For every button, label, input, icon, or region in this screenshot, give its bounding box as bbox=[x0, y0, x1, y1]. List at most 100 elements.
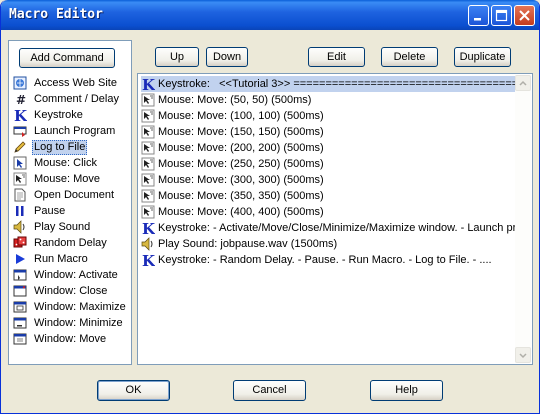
script-row[interactable]: Mouse: Move: (400, 400) (500ms) bbox=[141, 204, 515, 220]
script-list[interactable]: K Keystroke: <<Tutorial 3>> =============… bbox=[137, 73, 533, 365]
script-row[interactable]: K Keystroke: <<Tutorial 3>> =============… bbox=[141, 76, 515, 92]
command-item-keystroke[interactable]: K Keystroke bbox=[13, 107, 131, 125]
hash-icon: # bbox=[13, 92, 27, 107]
command-item-pause[interactable]: Pause bbox=[13, 204, 131, 220]
command-item-window-minimize[interactable]: Window: Minimize bbox=[13, 316, 131, 332]
command-item-random-delay[interactable]: Random Delay bbox=[13, 236, 131, 252]
command-item-label: Play Sound bbox=[34, 221, 91, 233]
document-icon bbox=[13, 188, 27, 202]
script-row[interactable]: K Keystroke: - Activate/Move/Close/Minimi… bbox=[141, 220, 515, 236]
mouse-move-icon bbox=[141, 109, 155, 123]
scroll-up-button[interactable] bbox=[515, 75, 531, 91]
up-button[interactable]: Up bbox=[155, 47, 199, 67]
command-item-mouse-move[interactable]: Mouse: Move bbox=[13, 172, 131, 188]
mouse-move-icon bbox=[141, 125, 155, 139]
command-item-access-web-site[interactable]: Access Web Site bbox=[13, 76, 131, 92]
command-item-label: Window: Move bbox=[34, 333, 107, 345]
svg-text:K: K bbox=[142, 221, 155, 235]
command-item-open-document[interactable]: Open Document bbox=[13, 188, 131, 204]
maximize-icon bbox=[495, 9, 508, 22]
command-item-label: Comment / Delay bbox=[34, 93, 119, 105]
command-item-mouse-click[interactable]: Mouse: Click bbox=[13, 156, 131, 172]
pause-icon bbox=[13, 204, 27, 218]
chevron-up-icon bbox=[519, 80, 527, 86]
edit-button[interactable]: Edit bbox=[308, 47, 365, 67]
minimize-button[interactable] bbox=[468, 5, 489, 26]
command-item-label: Window: Maximize bbox=[34, 301, 126, 313]
cancel-button[interactable]: Cancel bbox=[233, 380, 306, 401]
title-bar[interactable]: Macro Editor bbox=[1, 0, 539, 30]
chevron-down-icon bbox=[519, 353, 527, 359]
script-row[interactable]: Mouse: Move: (100, 100) (500ms) bbox=[141, 108, 515, 124]
command-item-window-move[interactable]: Window: Move bbox=[13, 332, 131, 348]
command-item-window-maximize[interactable]: Window: Maximize bbox=[13, 300, 131, 316]
script-row[interactable]: K Keystroke: - Random Delay. - Pause. - R… bbox=[141, 252, 515, 268]
speaker-icon bbox=[141, 237, 155, 251]
close-button[interactable] bbox=[514, 5, 535, 26]
pencil-icon bbox=[13, 140, 27, 154]
command-item-comment-delay[interactable]: # Comment / Delay bbox=[13, 92, 131, 108]
command-item-log-to-file[interactable]: Log to File bbox=[13, 140, 131, 156]
mouse-move-icon bbox=[141, 189, 155, 203]
mouse-move-icon bbox=[141, 141, 155, 155]
script-row-text: Keystroke: - Random Delay. - Pause. - Ru… bbox=[158, 254, 492, 266]
script-row-text: Mouse: Move: (50, 50) (500ms) bbox=[158, 94, 312, 106]
keystroke-k-icon: K bbox=[141, 252, 156, 268]
script-row[interactable]: Mouse: Move: (250, 250) (500ms) bbox=[141, 156, 515, 172]
command-item-label: Random Delay bbox=[34, 237, 107, 249]
command-palette: Add Command Access Web Site # Comment / De… bbox=[8, 40, 132, 365]
play-arrow-icon bbox=[13, 252, 27, 266]
command-item-window-close[interactable]: Window: Close bbox=[13, 284, 131, 300]
script-row-text: Play Sound: jobpause.wav (1500ms) bbox=[158, 238, 338, 250]
svg-text:#: # bbox=[16, 93, 26, 106]
command-item-label: Launch Program bbox=[34, 125, 116, 137]
launch-icon bbox=[13, 124, 27, 138]
window-move-icon bbox=[13, 332, 27, 346]
add-command-button[interactable]: Add Command bbox=[19, 48, 115, 68]
mouse-move-icon bbox=[141, 93, 155, 107]
command-item-label: Window: Activate bbox=[34, 269, 118, 281]
help-button[interactable]: Help bbox=[370, 380, 443, 401]
svg-text:K: K bbox=[14, 108, 27, 122]
maximize-button[interactable] bbox=[491, 5, 512, 26]
command-item-label: Run Macro bbox=[34, 253, 88, 265]
minimize-icon bbox=[474, 18, 481, 21]
script-row-text: Mouse: Move: (300, 300) (500ms) bbox=[158, 174, 324, 186]
mouse-move-icon bbox=[141, 157, 155, 171]
script-row-text: Mouse: Move: (400, 400) (500ms) bbox=[158, 206, 324, 218]
window-maximize-icon bbox=[13, 300, 27, 314]
script-row[interactable]: Mouse: Move: (300, 300) (500ms) bbox=[141, 172, 515, 188]
command-item-launch-program[interactable]: Launch Program bbox=[13, 124, 131, 140]
vertical-scrollbar[interactable] bbox=[515, 75, 531, 363]
window-minimize-icon bbox=[13, 316, 27, 330]
command-item-label: Keystroke bbox=[34, 109, 83, 121]
command-item-label: Pause bbox=[34, 205, 66, 217]
ok-button[interactable]: OK bbox=[97, 380, 170, 401]
window-title: Macro Editor bbox=[9, 7, 103, 22]
command-item-label: Open Document bbox=[34, 189, 115, 201]
script-row-text: Mouse: Move: (200, 200) (500ms) bbox=[158, 142, 324, 154]
command-item-play-sound[interactable]: Play Sound bbox=[13, 220, 131, 236]
command-item-run-macro[interactable]: Run Macro bbox=[13, 252, 131, 268]
svg-text:K: K bbox=[142, 253, 155, 267]
command-item-label: Window: Minimize bbox=[34, 317, 123, 329]
duplicate-button[interactable]: Duplicate bbox=[454, 47, 511, 67]
scroll-down-button[interactable] bbox=[515, 347, 531, 363]
script-row-text: Mouse: Move: (350, 350) (500ms) bbox=[158, 190, 324, 202]
command-item-window-activate[interactable]: Window: Activate bbox=[13, 268, 131, 284]
down-button[interactable]: Down bbox=[206, 47, 248, 67]
delete-button[interactable]: Delete bbox=[381, 47, 438, 67]
script-row[interactable]: Mouse: Move: (350, 350) (500ms) bbox=[141, 188, 515, 204]
keystroke-k-icon: K bbox=[141, 220, 156, 236]
command-item-label: Mouse: Move bbox=[34, 173, 101, 185]
script-row[interactable]: Mouse: Move: (50, 50) (500ms) bbox=[141, 92, 515, 108]
script-row[interactable]: Play Sound: jobpause.wav (1500ms) bbox=[141, 236, 515, 252]
speaker-icon bbox=[13, 220, 27, 234]
script-row[interactable]: Mouse: Move: (200, 200) (500ms) bbox=[141, 140, 515, 156]
window-activate-icon bbox=[13, 268, 27, 282]
mouse-move-icon bbox=[141, 173, 155, 187]
command-item-label: Window: Close bbox=[34, 285, 108, 297]
command-item-label: Mouse: Click bbox=[34, 157, 97, 169]
script-row[interactable]: Mouse: Move: (150, 150) (500ms) bbox=[141, 124, 515, 140]
script-row-text: Mouse: Move: (100, 100) (500ms) bbox=[158, 110, 324, 122]
